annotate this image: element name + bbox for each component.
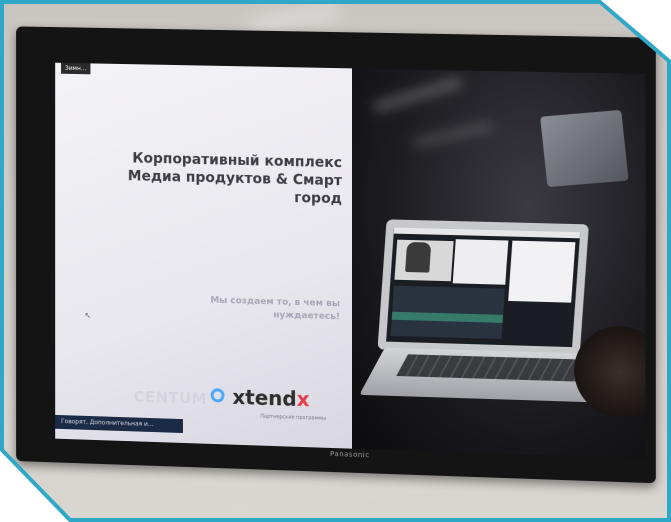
xtend-logo-text: xtend [232, 385, 296, 411]
light-blur [412, 122, 492, 148]
laptop-screen [386, 228, 580, 348]
xtend-logo: xtendx [232, 385, 309, 411]
tv-brand-label: Panasonic [330, 450, 370, 459]
mouse-cursor-icon: ↖ [85, 311, 92, 320]
photo-frame: Зимн... Корпоративный комплекс Медиа про… [0, 0, 671, 522]
person-silhouette [405, 242, 431, 273]
centum-circle-icon [211, 388, 225, 402]
logos-row: CENTUM xtendx Партнерские программы [134, 382, 352, 419]
presentation-right-photo [352, 68, 646, 458]
headline-text: Корпоративный комплекс Медиа продуктов &… [85, 148, 342, 208]
tagline-text: Мы создаем то, в чем вы нуждаетесь! [142, 293, 340, 325]
tablet-device [540, 110, 629, 187]
xtend-logo-x: x [297, 387, 310, 411]
panel-tab-label: Зимн... [61, 63, 90, 74]
hand-shadow [574, 325, 645, 419]
laptop-screen-toolbar [394, 228, 581, 239]
presentation-left-panel: Зимн... Корпоративный комплекс Медиа про… [55, 63, 352, 449]
tv-screen: Зимн... Корпоративный комплекс Медиа про… [55, 63, 645, 459]
laptop-lid [378, 219, 589, 355]
centum-logo: CENTUM [134, 388, 207, 408]
laptop-white-pane [453, 239, 509, 285]
xtend-subtitle: Партнерские программы [260, 414, 326, 422]
tv-monitor: Зимн... Корпоративный комплекс Медиа про… [16, 26, 656, 483]
laptop-right-pane [508, 241, 575, 303]
bottom-info-button[interactable]: Говорят, Дополнительная и... [55, 415, 183, 433]
light-blur [373, 77, 462, 113]
